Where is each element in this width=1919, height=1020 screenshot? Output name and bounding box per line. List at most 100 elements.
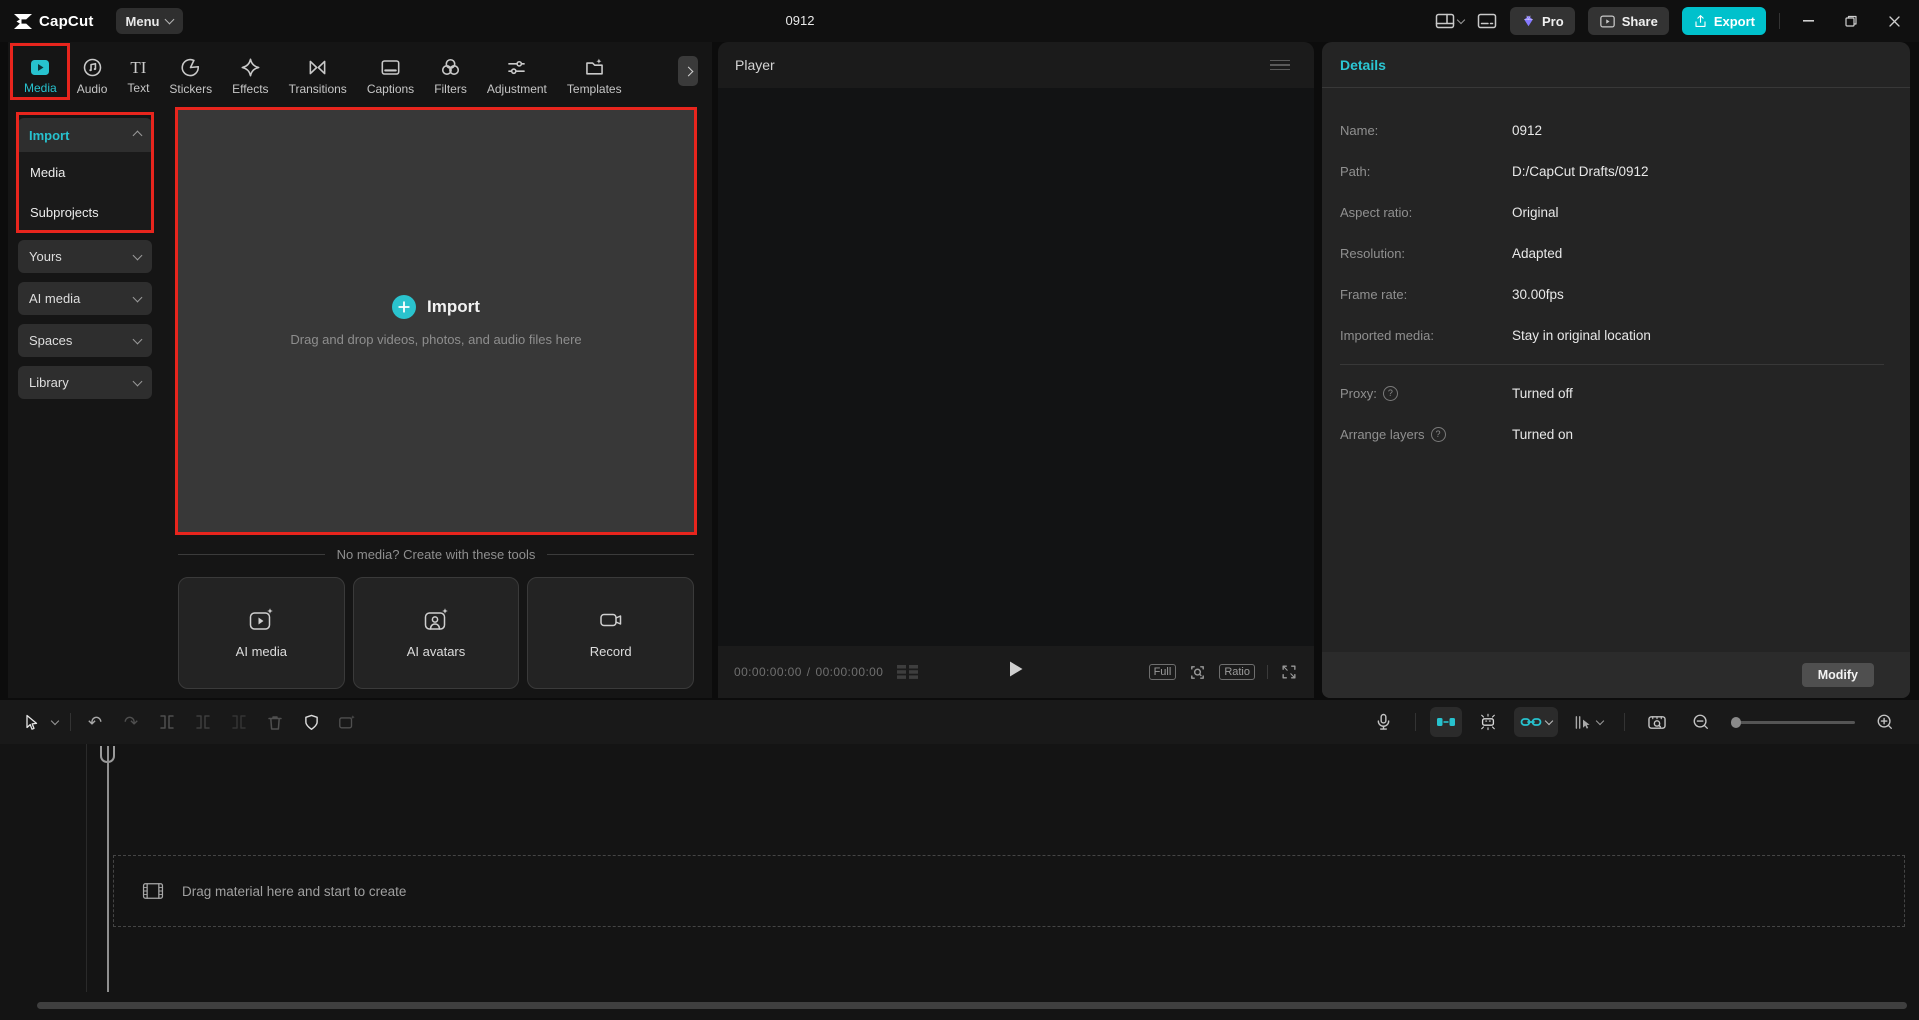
fit-zoom-icon[interactable] [1188, 663, 1207, 682]
media-sidebar: Import Media Subprojects Yours AI media [8, 110, 164, 698]
panel-layout-button[interactable] [1477, 13, 1497, 29]
player-viewport[interactable] [718, 88, 1314, 646]
player-controls-separator [1267, 665, 1268, 679]
play-button[interactable] [1008, 660, 1024, 678]
export-icon [1695, 14, 1706, 27]
tab-text[interactable]: TI Text [117, 58, 159, 95]
auto-snap-toggle[interactable] [1430, 707, 1462, 737]
ai-avatars-card[interactable]: AI avatars [352, 577, 520, 689]
clip-select-dropdown[interactable] [1566, 707, 1610, 737]
undo-button[interactable]: ↶ [77, 707, 113, 737]
tab-media[interactable]: Media [14, 58, 67, 95]
titlebar: CapCut Menu 0912 Pro Share Export [0, 0, 1919, 42]
tab-captions[interactable]: Captions [357, 57, 424, 96]
import-dropzone[interactable]: Import Drag and drop videos, photos, and… [178, 110, 694, 532]
ai-media-card[interactable]: AI media [178, 577, 345, 689]
select-tool-dropdown[interactable] [46, 707, 64, 737]
tab-label: Media [24, 80, 57, 95]
modify-button[interactable]: Modify [1801, 663, 1874, 687]
chevron-right-icon [683, 66, 693, 76]
delete-left-button[interactable] [185, 707, 221, 737]
details-footer: Modify [1322, 652, 1910, 698]
frame-preview-icon[interactable] [897, 665, 919, 679]
split-button[interactable] [149, 707, 185, 737]
tab-stickers[interactable]: Stickers [159, 57, 222, 96]
capcut-logo: CapCut [14, 13, 94, 30]
detail-value: Turned off [1512, 386, 1573, 401]
export-button[interactable]: Export [1681, 7, 1766, 35]
tab-label: Effects [232, 81, 269, 96]
preview-snap-button[interactable] [1470, 707, 1506, 737]
detail-label: Name: [1340, 123, 1379, 138]
zoom-out-button[interactable] [1683, 707, 1719, 737]
mask-button[interactable] [293, 707, 329, 737]
detail-row-name: Name: 0912 [1340, 110, 1884, 151]
sidebar-item-import[interactable]: Import [18, 118, 152, 152]
transitions-icon [309, 60, 326, 74]
tab-templates[interactable]: Templates [557, 57, 632, 96]
ratio-badge[interactable]: Ratio [1219, 664, 1255, 680]
minimize-button[interactable] [1793, 6, 1823, 36]
tab-audio[interactable]: Audio [67, 57, 118, 96]
tab-adjustment[interactable]: Adjustment [477, 57, 557, 96]
zoom-in-button[interactable] [1867, 707, 1903, 737]
delete-right-button[interactable] [221, 707, 257, 737]
media-icon [31, 59, 50, 75]
delete-left-icon [196, 715, 210, 729]
sidebar-item-ai-media[interactable]: AI media [18, 282, 152, 315]
time-separator: / [806, 665, 811, 679]
full-badge[interactable]: Full [1148, 664, 1177, 680]
sidebar-item-label: Subprojects [30, 204, 99, 220]
detail-label-text: Arrange layers [1340, 427, 1425, 442]
sidebar-item-subprojects[interactable]: Subprojects [18, 192, 152, 232]
sidebar-item-yours[interactable]: Yours [18, 240, 152, 273]
tabbar-scroll-right-button[interactable] [678, 56, 698, 86]
sidebar-item-library[interactable]: Library [18, 366, 152, 399]
restore-button[interactable] [1836, 6, 1866, 36]
microphone-icon [1377, 713, 1389, 730]
layout-icon [1435, 13, 1455, 29]
help-icon[interactable]: ? [1430, 427, 1446, 442]
redo-button[interactable]: ↷ [113, 707, 149, 737]
sidebar-item-media[interactable]: Media [18, 152, 152, 192]
slider-handle[interactable] [1731, 716, 1741, 728]
help-icon[interactable]: ? [1382, 386, 1398, 401]
close-button[interactable] [1879, 6, 1909, 36]
tab-effects[interactable]: Effects [222, 57, 278, 96]
detail-label: Imported media: [1340, 328, 1434, 343]
import-title: Import [427, 297, 480, 316]
preview-axis-button[interactable] [1639, 707, 1675, 737]
image-star-icon [339, 715, 355, 729]
player-menu-icon[interactable] [1270, 59, 1290, 71]
toolbar-separator [1624, 713, 1625, 731]
share-label: Share [1621, 13, 1658, 29]
shield-icon [304, 714, 318, 730]
import-action[interactable]: Import [392, 295, 480, 319]
menu-button[interactable]: Menu [115, 8, 184, 34]
timeline-zoom-slider[interactable] [1731, 716, 1855, 728]
tab-transitions[interactable]: Transitions [279, 57, 357, 96]
timeline-horizontal-scrollbar[interactable] [37, 1002, 1907, 1009]
tab-filters[interactable]: Filters [424, 57, 477, 96]
record-card[interactable]: Record [527, 577, 695, 689]
delete-button[interactable] [257, 707, 293, 737]
document-title: 0912 [785, 13, 815, 28]
layout-picker-button[interactable] [1435, 13, 1466, 29]
fullscreen-icon[interactable] [1280, 663, 1298, 681]
text-icon: TI [130, 57, 147, 77]
timeline-dropzone[interactable]: Drag material here and start to create [113, 855, 1905, 927]
timeline[interactable]: Drag material here and start to create [0, 744, 1919, 1020]
export-clip-button[interactable] [329, 707, 365, 737]
preview-axis-icon [1648, 715, 1666, 729]
sidebar-item-spaces[interactable]: Spaces [18, 324, 152, 357]
voiceover-button[interactable] [1365, 707, 1401, 737]
share-button[interactable]: Share [1587, 7, 1669, 35]
titlebar-separator [1779, 13, 1780, 29]
tabbar: Media Audio TI Text Stickers Effects Tra… [8, 42, 712, 110]
playhead-line [107, 746, 109, 992]
select-tool-button[interactable] [16, 707, 46, 737]
track-header-divider [86, 744, 87, 992]
split-icon [160, 715, 174, 729]
link-toggle[interactable] [1514, 707, 1558, 737]
pro-button[interactable]: Pro [1510, 7, 1575, 35]
